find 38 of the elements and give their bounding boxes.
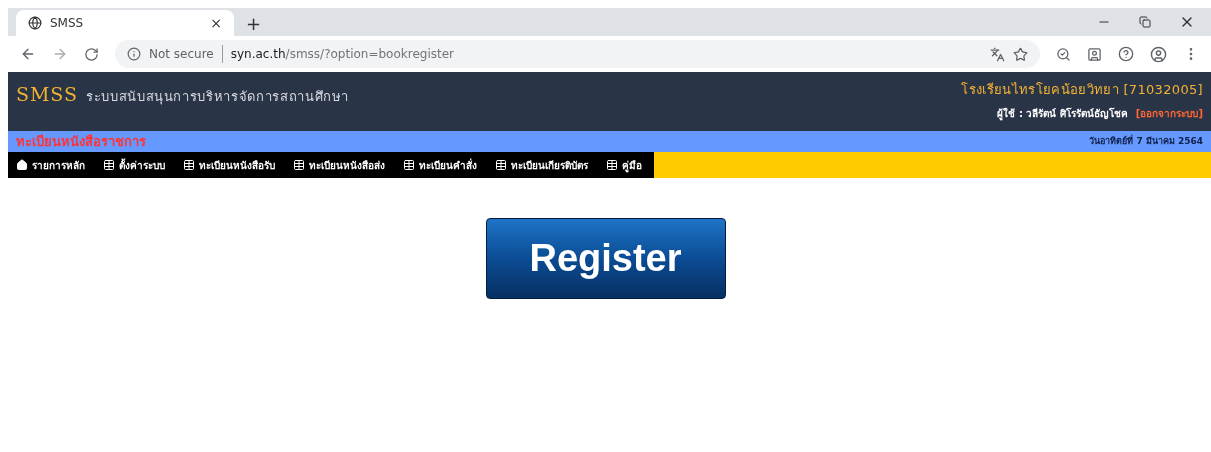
user-name: ผู้ใช้ : วลีรัตน์ ศิโรรัตน์ธัญโชค bbox=[997, 106, 1128, 121]
new-tab-button[interactable]: + bbox=[234, 10, 274, 36]
page-title: ทะเบียนหนังสือราชการ bbox=[16, 132, 146, 151]
info-icon bbox=[127, 47, 141, 61]
grid-icon bbox=[103, 159, 115, 171]
security-label: Not secure bbox=[149, 45, 223, 63]
tab-title: SMSS bbox=[50, 15, 85, 32]
address-bar[interactable]: Not secure syn.ac.th/smss/?option=bookregister bbox=[115, 40, 1040, 68]
menu-item[interactable]: ทะเบียนหนังสือส่ง bbox=[293, 157, 385, 173]
reload-icon[interactable] bbox=[84, 46, 99, 62]
grid-icon bbox=[495, 159, 507, 171]
menu-item[interactable]: ทะเบียนหนังสือรับ bbox=[183, 157, 275, 173]
globe-icon bbox=[28, 16, 42, 30]
menu-item[interactable]: ทะเบียนเกียรติบัตร bbox=[495, 157, 588, 173]
menu-item[interactable]: ทะเบียนคำสั่ง bbox=[403, 157, 477, 173]
restore-icon[interactable] bbox=[1139, 16, 1151, 28]
grid-icon bbox=[183, 159, 195, 171]
browser-tab[interactable]: SMSS × bbox=[16, 10, 234, 36]
grid-icon bbox=[293, 159, 305, 171]
menu-item[interactable]: คู่มือ bbox=[606, 157, 642, 173]
date-text: วันอาทิตย์ที่ 7 มีนาคม 2564 bbox=[1089, 134, 1203, 148]
translate-icon[interactable] bbox=[990, 46, 1005, 62]
home-icon bbox=[16, 159, 28, 171]
school-name: โรงเรียนไทรโยคน้อยวิทยา [71032005] bbox=[961, 81, 1203, 99]
grid-icon bbox=[606, 159, 618, 171]
star-icon[interactable] bbox=[1013, 46, 1028, 62]
grid-icon bbox=[403, 159, 415, 171]
menu-item[interactable]: รายการหลัก bbox=[16, 157, 85, 173]
help-icon[interactable] bbox=[1118, 46, 1134, 62]
close-tab-button[interactable]: × bbox=[210, 12, 222, 34]
url-text: syn.ac.th/smss/?option=bookregister bbox=[230, 46, 455, 63]
site-logo: SMSS bbox=[16, 82, 78, 107]
menu-item[interactable]: ตั้งค่าระบบ bbox=[103, 157, 165, 173]
back-icon[interactable] bbox=[20, 46, 36, 62]
register-button[interactable]: Register bbox=[485, 218, 726, 299]
profile-icon[interactable] bbox=[1150, 45, 1167, 63]
logout-link[interactable]: [ออกจากระบบ] bbox=[1135, 105, 1203, 121]
system-name: ระบบสนับสนุนการบริหารจัดการสถานศึกษา bbox=[86, 88, 350, 107]
